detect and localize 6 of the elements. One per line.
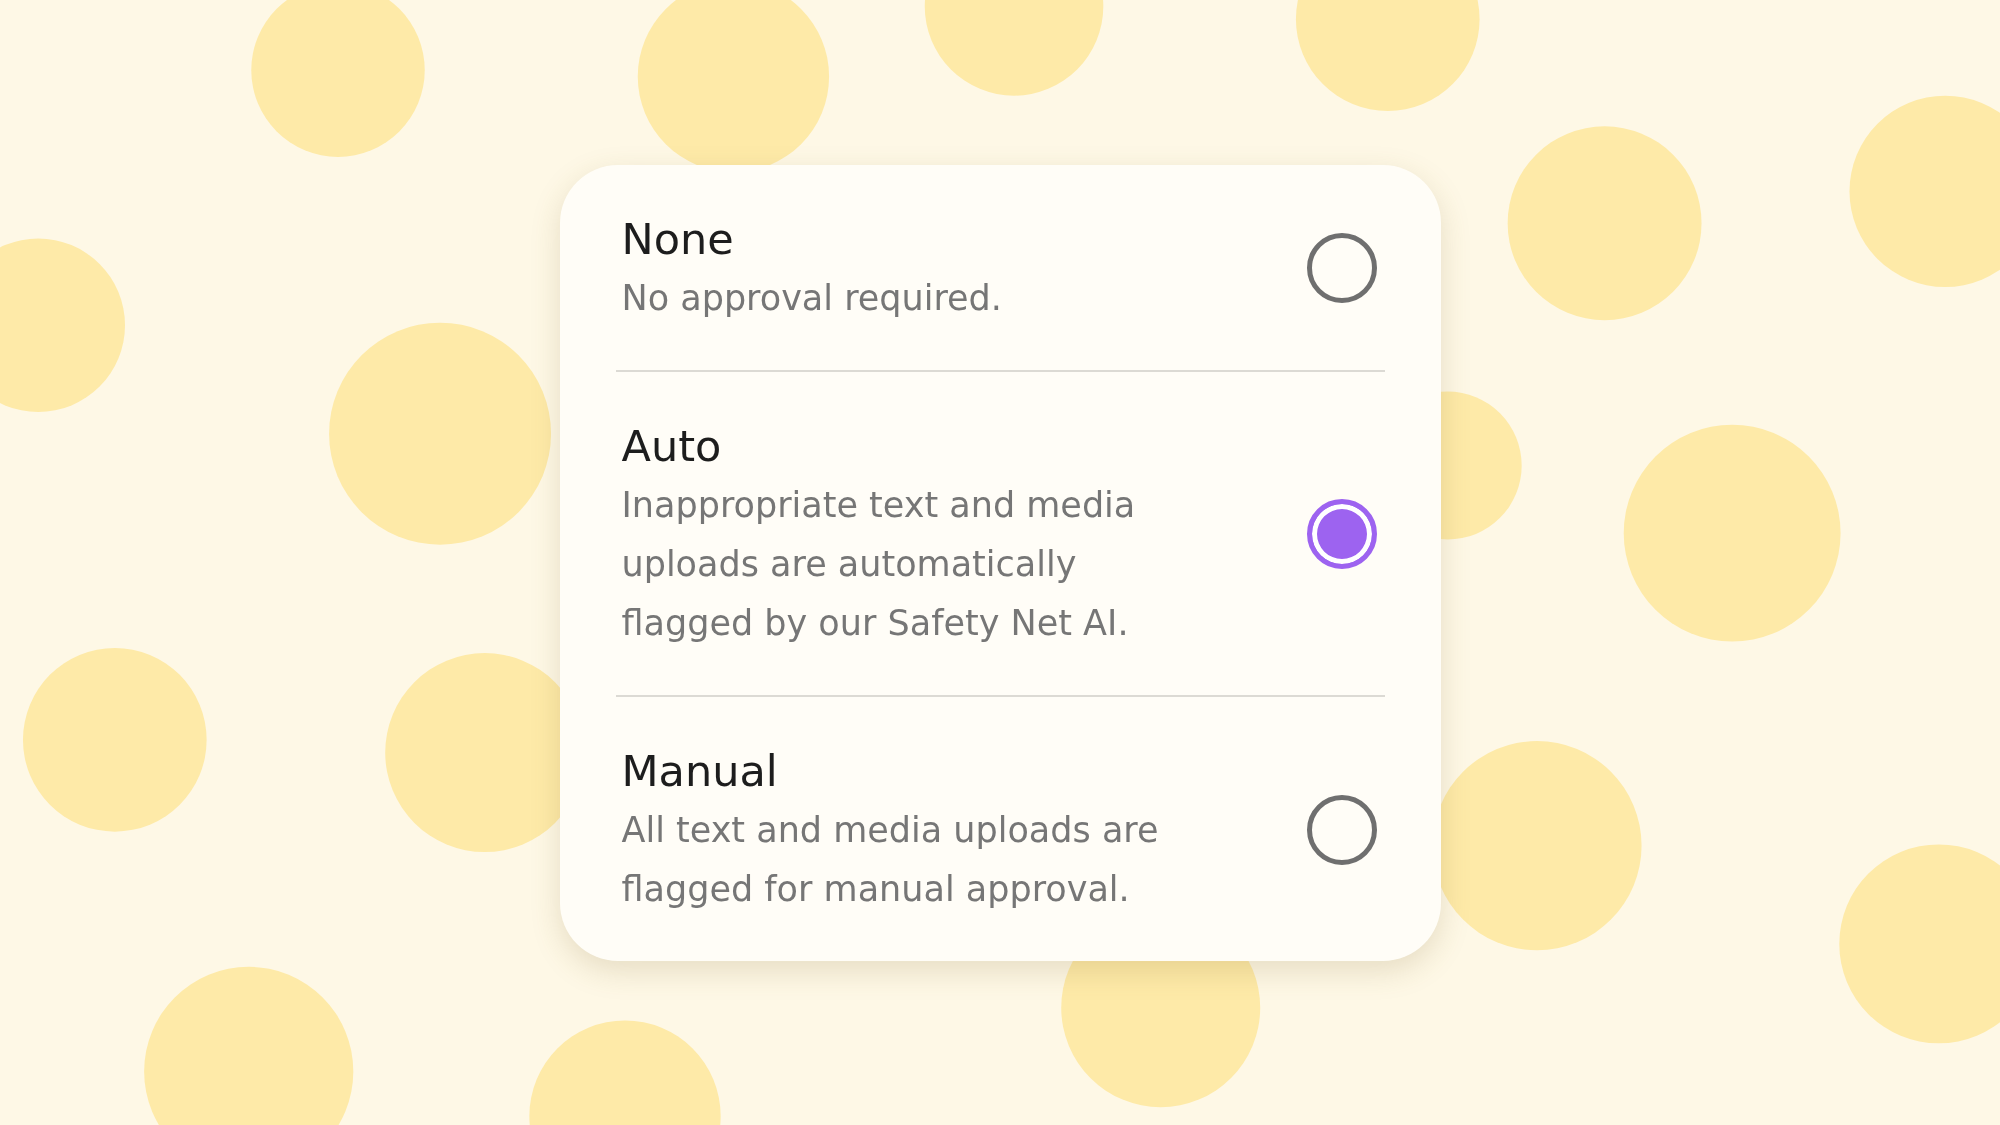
option-description: Inappropriate text and media uploads are automatically flagged by our Safety Net AI. <box>621 483 1137 645</box>
option-title: None <box>621 212 735 266</box>
option-title: Auto <box>621 419 723 473</box>
option-description: No approval required. <box>621 276 1003 320</box>
option-title: Manual <box>621 744 779 798</box>
option-description: All text and media uploads are flagged for manual approval. <box>621 808 1160 911</box>
